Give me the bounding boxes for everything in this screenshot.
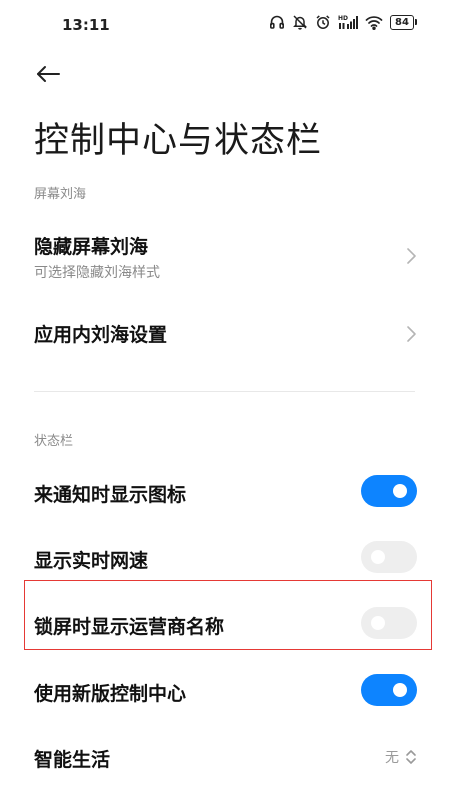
network-speed-row[interactable]: 显示实时网速 bbox=[0, 524, 449, 590]
carrier-name-toggle[interactable] bbox=[361, 607, 417, 639]
wifi-icon bbox=[365, 15, 383, 30]
in-app-notch-row[interactable]: 应用内刘海设置 bbox=[0, 302, 449, 366]
status-bar: 13:11 HD 84 bbox=[0, 0, 449, 52]
section-header-notch: 屏幕刘海 bbox=[34, 187, 87, 202]
smart-life-value-text: 无 bbox=[385, 750, 399, 766]
notification-icons-row[interactable]: 来通知时显示图标 bbox=[0, 458, 449, 524]
hide-notch-subtitle: 可选择隐藏刘海样式 bbox=[34, 265, 160, 281]
new-control-center-title: 使用新版控制中心 bbox=[34, 683, 187, 705]
network-speed-toggle[interactable] bbox=[361, 541, 417, 573]
carrier-name-row[interactable]: 锁屏时显示运营商名称 bbox=[0, 590, 449, 656]
chevron-right-icon bbox=[407, 248, 416, 264]
smart-life-value[interactable]: 无 bbox=[385, 747, 417, 767]
hide-notch-title: 隐藏屏幕刘海 bbox=[34, 236, 149, 258]
status-time: 13:11 bbox=[62, 16, 110, 34]
battery-icon: 84 bbox=[390, 14, 417, 30]
network-speed-title: 显示实时网速 bbox=[34, 550, 149, 572]
chevron-up-down-icon bbox=[406, 750, 416, 764]
smart-life-row[interactable]: 智能生活 无 bbox=[0, 723, 449, 786]
notification-icons-toggle[interactable] bbox=[361, 475, 417, 507]
back-arrow-icon bbox=[37, 66, 60, 82]
signal-hd-icon: HD bbox=[338, 14, 358, 30]
back-button[interactable] bbox=[32, 58, 64, 90]
page-title: 控制中心与状态栏 bbox=[34, 121, 323, 161]
notification-icons-title: 来通知时显示图标 bbox=[34, 484, 187, 506]
network-label: HD bbox=[338, 15, 348, 22]
alarm-icon bbox=[315, 14, 331, 30]
mute-bell-icon bbox=[292, 14, 308, 30]
hide-notch-row[interactable]: 隐藏屏幕刘海 可选择隐藏刘海样式 bbox=[0, 222, 449, 292]
battery-level: 84 bbox=[390, 14, 414, 30]
carrier-name-title: 锁屏时显示运营商名称 bbox=[34, 616, 225, 638]
section-divider bbox=[34, 391, 415, 392]
in-app-notch-title: 应用内刘海设置 bbox=[34, 324, 168, 346]
status-icons: HD 84 bbox=[269, 14, 417, 30]
chevron-right-icon bbox=[407, 326, 416, 342]
smart-life-title: 智能生活 bbox=[34, 749, 111, 771]
new-control-center-toggle[interactable] bbox=[361, 674, 417, 706]
new-control-center-row[interactable]: 使用新版控制中心 bbox=[0, 657, 449, 723]
headphones-icon bbox=[269, 14, 285, 30]
section-header-status-bar: 状态栏 bbox=[34, 434, 74, 449]
